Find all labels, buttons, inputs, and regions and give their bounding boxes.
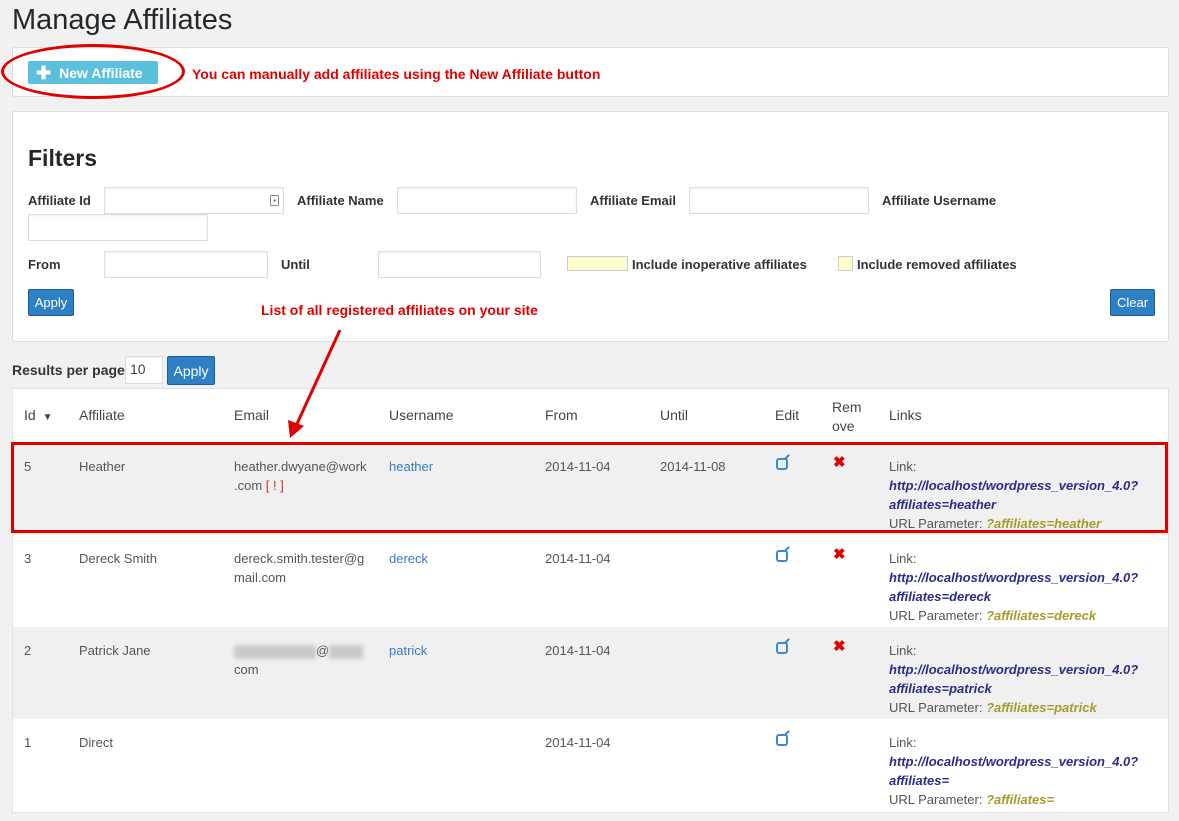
email-line1: dereck.smith.tester@g [234, 551, 365, 566]
filter-clear-button[interactable]: Clear [1110, 289, 1155, 316]
edit-icon[interactable] [776, 734, 788, 746]
affiliate-url-line1: http://localhost/wordpress_version_4.0? [889, 570, 1139, 585]
contact-card-icon: ▪ [270, 195, 279, 206]
redacted-domain-blur [329, 644, 364, 659]
sort-desc-icon: ▼ [42, 412, 53, 423]
remove-icon[interactable]: ✖ [833, 637, 846, 655]
header-id-label: Id [24, 407, 36, 423]
row-email: dereck.smith.tester@g mail.com [234, 549, 364, 587]
until-label: Until [281, 257, 310, 272]
list-annotation: List of all registered affiliates on you… [261, 302, 538, 318]
header-from: From [545, 407, 578, 423]
row-from: 2014-11-04 [545, 735, 611, 750]
affiliate-name-label: Affiliate Name [297, 193, 384, 208]
row-links: Link: http://localhost/wordpress_version… [889, 549, 1159, 625]
header-id[interactable]: Id ▼ [24, 407, 52, 423]
header-remove-line1: Rem [832, 399, 862, 415]
annotation-ellipse [1, 44, 185, 99]
email-line2: mail.com [234, 570, 287, 585]
header-remove: Rem ove [832, 398, 862, 436]
email-line2: com [234, 662, 259, 677]
header-links: Links [889, 407, 922, 423]
new-affiliate-annotation: You can manually add affiliates using th… [192, 66, 601, 82]
table-row: 2 Patrick Jane @ com patrick 2014-11-04 … [13, 627, 1168, 719]
new-affiliate-panel: ✚ New Affiliate You can manually add aff… [12, 47, 1169, 97]
from-label: From [28, 257, 61, 272]
filters-title: Filters [28, 145, 98, 171]
email-line1: @ [316, 643, 330, 658]
link-label: Link: [889, 643, 917, 658]
row-username-link[interactable]: patrick [389, 641, 427, 660]
row-username-link[interactable]: dereck [389, 549, 428, 568]
until-input[interactable] [378, 251, 541, 278]
header-until: Until [660, 407, 689, 423]
annotation-highlight-rect [11, 442, 1168, 533]
url-parameter: ?affiliates=dereck [986, 608, 1097, 623]
url-parameter: ?affiliates=patrick [986, 700, 1097, 715]
filter-apply-button[interactable]: Apply [28, 289, 74, 316]
include-removed-checkbox[interactable] [838, 256, 853, 271]
row-links: Link: http://localhost/wordpress_version… [889, 641, 1159, 717]
from-input[interactable] [104, 251, 268, 278]
table-row: 3 Dereck Smith dereck.smith.tester@g mai… [13, 535, 1168, 627]
row-id: 2 [24, 643, 32, 658]
filters-panel: Filters Affiliate Id ▪ Affiliate Name Af… [12, 111, 1169, 342]
results-per-page-label: Results per page [12, 362, 125, 378]
row-affiliate: Patrick Jane [79, 643, 151, 658]
remove-icon[interactable]: ✖ [833, 545, 846, 563]
param-label: URL Parameter: [889, 608, 983, 623]
affiliate-username-label: Affiliate Username [882, 193, 997, 208]
row-from: 2014-11-04 [545, 551, 611, 566]
header-affiliate: Affiliate [79, 407, 125, 423]
table-row: 1 Direct 2014-11-04 Link: http://localho… [13, 719, 1168, 811]
affiliate-name-input[interactable] [397, 187, 577, 214]
redacted-email-blur [234, 644, 316, 659]
header-email: Email [234, 407, 270, 423]
link-label: Link: [889, 551, 917, 566]
row-affiliate: Dereck Smith [79, 551, 158, 566]
include-removed-label: Include removed affiliates [857, 257, 1017, 272]
row-links: Link: http://localhost/wordpress_version… [889, 733, 1159, 809]
include-inoperative-checkbox[interactable] [567, 256, 628, 271]
results-per-page-input[interactable]: 10 [125, 356, 163, 384]
affiliate-url-line2: affiliates=dereck [889, 589, 992, 604]
param-label: URL Parameter: [889, 700, 983, 715]
affiliate-url-line1: http://localhost/wordpress_version_4.0? [889, 754, 1139, 769]
affiliate-id-input[interactable]: ▪ [104, 187, 284, 214]
page-title: Manage Affiliates [12, 4, 233, 36]
row-id: 3 [24, 551, 32, 566]
edit-icon[interactable] [776, 550, 788, 562]
header-username: Username [389, 407, 454, 423]
affiliate-url-line2: affiliates= [889, 773, 950, 788]
row-email: @ com [234, 641, 364, 679]
row-id: 1 [24, 735, 32, 750]
affiliate-username-input[interactable] [28, 214, 208, 241]
row-affiliate: Direct [79, 735, 113, 750]
header-edit: Edit [775, 407, 800, 423]
param-label: URL Parameter: [889, 792, 983, 807]
affiliate-url-line2: affiliates=patrick [889, 681, 992, 696]
row-from: 2014-11-04 [545, 643, 611, 658]
url-parameter: ?affiliates= [986, 792, 1055, 807]
link-label: Link: [889, 735, 917, 750]
header-remove-line2: ove [832, 418, 855, 434]
include-inoperative-label: Include inoperative affiliates [632, 257, 807, 272]
affiliate-email-input[interactable] [689, 187, 869, 214]
affiliate-id-label: Affiliate Id [28, 193, 91, 208]
affiliate-url-line1: http://localhost/wordpress_version_4.0? [889, 662, 1139, 677]
edit-icon[interactable] [776, 642, 788, 654]
affiliate-email-label: Affiliate Email [590, 193, 676, 208]
results-apply-button[interactable]: Apply [167, 356, 215, 385]
